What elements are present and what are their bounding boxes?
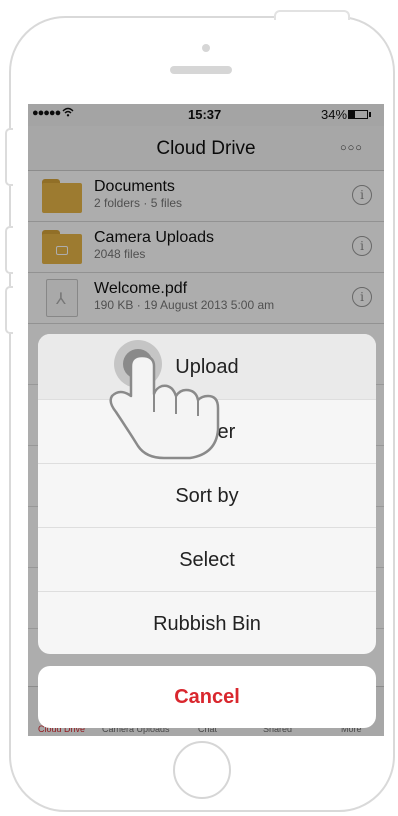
speaker-grille: [170, 66, 232, 74]
rubbish-bin-button[interactable]: Rubbish Bin: [38, 592, 376, 654]
mute-switch: [5, 128, 13, 186]
front-camera: [202, 44, 210, 52]
sort-by-button[interactable]: Sort by: [38, 464, 376, 528]
power-button: [274, 10, 350, 20]
select-button[interactable]: Select: [38, 528, 376, 592]
tap-gesture-hand-icon: [109, 340, 220, 460]
cancel-button[interactable]: Cancel: [38, 666, 376, 728]
volume-up-button: [5, 226, 13, 274]
screen: ●●●●● 15:37 34% Cloud Drive ○○○ Document…: [28, 104, 384, 736]
home-button[interactable]: [173, 741, 231, 799]
volume-down-button: [5, 286, 13, 334]
